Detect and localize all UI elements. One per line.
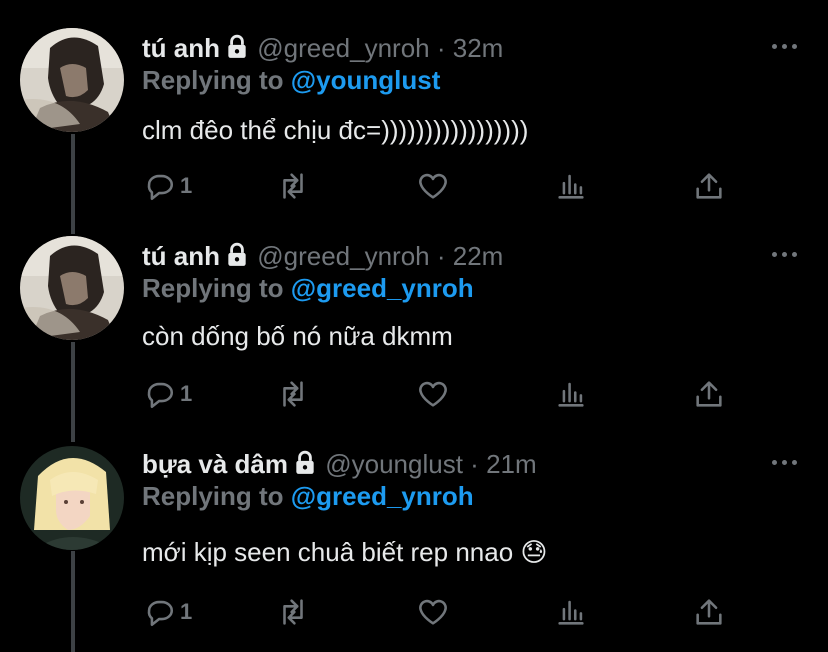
heart-icon bbox=[419, 599, 447, 625]
tweet[interactable]: tú anh @greed_ynroh · 22m Replying to @g… bbox=[0, 208, 828, 416]
tweet-text: còn dống bố nó nữa dkmm bbox=[142, 321, 453, 351]
views-button[interactable] bbox=[554, 592, 588, 632]
retweet-button[interactable] bbox=[276, 374, 310, 414]
reply-count: 1 bbox=[180, 599, 193, 624]
replying-label: Replying to bbox=[142, 65, 284, 95]
lock-icon bbox=[296, 450, 314, 474]
heart-icon bbox=[419, 381, 447, 407]
tweet-header: tú anh @greed_ynroh · 22m bbox=[142, 240, 503, 272]
more-icon[interactable] bbox=[772, 244, 802, 264]
mention-link[interactable]: @younglust bbox=[291, 65, 441, 95]
analytics-icon bbox=[558, 600, 584, 625]
views-button[interactable] bbox=[554, 166, 588, 206]
reply-count: 1 bbox=[180, 173, 193, 198]
handle[interactable]: @younglust bbox=[325, 449, 463, 479]
like-button[interactable] bbox=[416, 166, 450, 206]
tweet-actions: 1 bbox=[142, 374, 742, 414]
retweet-icon bbox=[283, 173, 303, 199]
retweet-button[interactable] bbox=[276, 592, 310, 632]
reply-button[interactable]: 1 bbox=[142, 374, 192, 414]
avatar[interactable] bbox=[20, 28, 124, 132]
separator: · bbox=[436, 241, 446, 271]
reply-icon bbox=[147, 600, 174, 627]
display-name[interactable]: bựa và dâm bbox=[142, 449, 288, 479]
tweet-header: tú anh @greed_ynroh · 32m bbox=[142, 32, 503, 64]
more-icon[interactable] bbox=[772, 36, 802, 56]
tweet-text: mới kịp seen chuâ biết rep nnao 😓 bbox=[142, 537, 548, 567]
tweet-actions: 1 bbox=[142, 592, 742, 632]
avatar[interactable] bbox=[20, 446, 124, 550]
views-button[interactable] bbox=[554, 374, 588, 414]
reply-icon bbox=[147, 174, 174, 201]
separator: · bbox=[436, 33, 446, 63]
tweet-actions: 1 bbox=[142, 166, 742, 206]
timestamp[interactable]: 22m bbox=[453, 241, 504, 271]
display-name[interactable]: tú anh bbox=[142, 33, 220, 63]
lock-icon bbox=[228, 34, 246, 58]
reply-button[interactable]: 1 bbox=[142, 166, 192, 206]
tweet[interactable]: tú anh @greed_ynroh · 32m Replying to @y… bbox=[0, 0, 828, 208]
share-button[interactable] bbox=[692, 374, 726, 414]
retweet-icon bbox=[283, 599, 303, 625]
reply-icon bbox=[147, 382, 174, 409]
mention-link[interactable]: @greed_ynroh bbox=[291, 481, 474, 511]
share-button[interactable] bbox=[692, 166, 726, 206]
lock-icon bbox=[228, 242, 246, 266]
timestamp[interactable]: 32m bbox=[453, 33, 504, 63]
analytics-icon bbox=[558, 174, 584, 199]
reply-count: 1 bbox=[180, 381, 193, 406]
replying-to: Replying to @greed_ynroh bbox=[142, 480, 474, 512]
share-icon bbox=[696, 381, 722, 407]
reply-button[interactable]: 1 bbox=[142, 592, 192, 632]
replying-label: Replying to bbox=[142, 481, 284, 511]
tweet-text: clm đêo thể chịu đc=))))))))))))))))) bbox=[142, 115, 529, 145]
handle[interactable]: @greed_ynroh bbox=[257, 33, 429, 63]
heart-icon bbox=[419, 173, 447, 199]
tweet-header: bựa và dâm @younglust · 21m bbox=[142, 448, 537, 480]
more-icon[interactable] bbox=[772, 452, 802, 472]
like-button[interactable] bbox=[416, 374, 450, 414]
like-button[interactable] bbox=[416, 592, 450, 632]
share-icon bbox=[696, 599, 722, 625]
analytics-icon bbox=[558, 382, 584, 407]
timestamp[interactable]: 21m bbox=[486, 449, 537, 479]
retweet-button[interactable] bbox=[276, 166, 310, 206]
share-button[interactable] bbox=[692, 592, 726, 632]
separator: · bbox=[470, 449, 479, 479]
avatar[interactable] bbox=[20, 236, 124, 340]
display-name[interactable]: tú anh bbox=[142, 241, 220, 271]
retweet-icon bbox=[283, 381, 303, 407]
tweet[interactable]: bựa và dâm @younglust · 21m Replying to … bbox=[0, 416, 828, 652]
mention-link[interactable]: @greed_ynroh bbox=[291, 273, 474, 303]
replying-to: Replying to @younglust bbox=[142, 64, 440, 96]
share-icon bbox=[696, 173, 722, 199]
replying-to: Replying to @greed_ynroh bbox=[142, 272, 474, 304]
handle[interactable]: @greed_ynroh bbox=[257, 241, 429, 271]
replying-label: Replying to bbox=[142, 273, 284, 303]
